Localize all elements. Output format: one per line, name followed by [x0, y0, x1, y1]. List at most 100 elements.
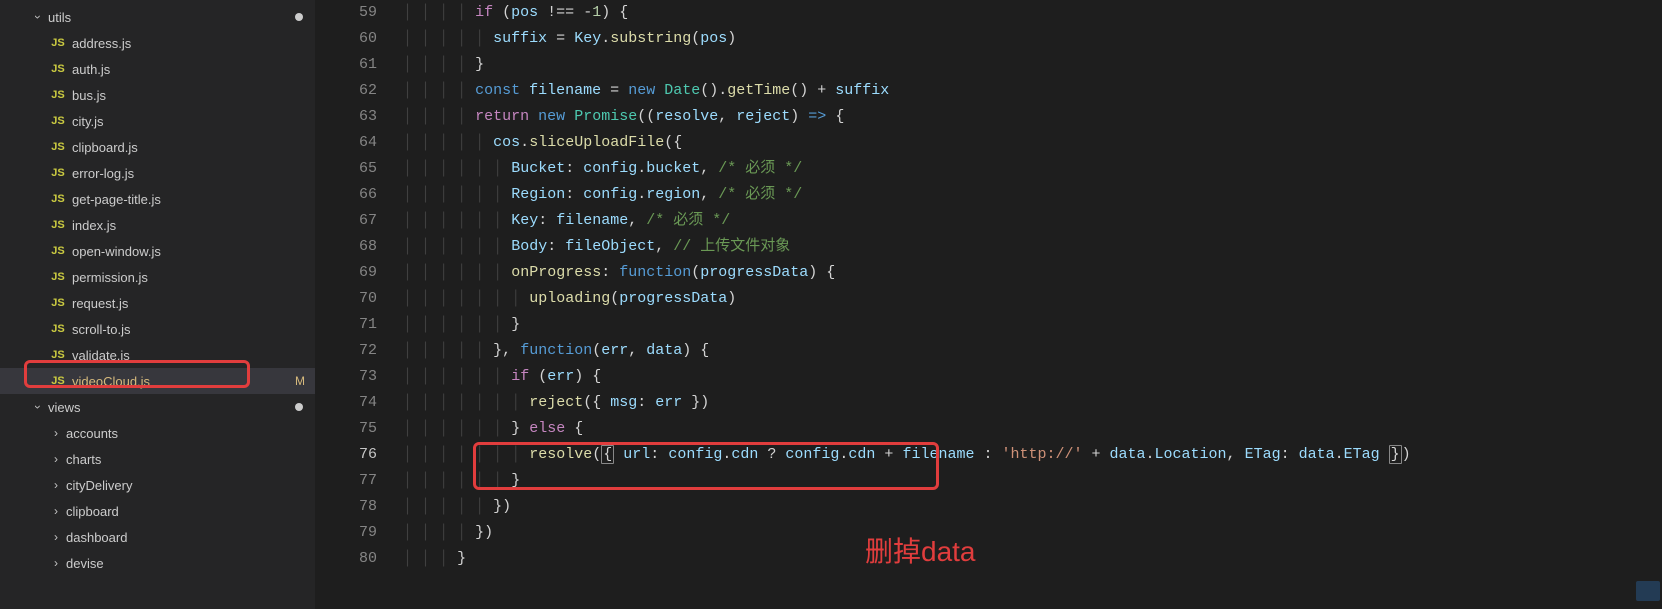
js-file-icon: JS	[50, 323, 66, 335]
file-item[interactable]: JS request.js	[0, 290, 315, 316]
code-line[interactable]: │ │ │ │ })	[403, 520, 1662, 546]
code-line[interactable]: │ │ │ │ │ suffix = Key.substring(pos)	[403, 26, 1662, 52]
line-number: 67	[315, 208, 377, 234]
folder-item[interactable]: cityDelivery	[0, 472, 315, 498]
code-line[interactable]: │ │ │ │ │ })	[403, 494, 1662, 520]
file-item[interactable]: JS permission.js	[0, 264, 315, 290]
line-number: 80	[315, 546, 377, 572]
code-line[interactable]: │ │ │ │ │ │ }	[403, 312, 1662, 338]
folder-item[interactable]: clipboard	[0, 498, 315, 524]
file-label: permission.js	[72, 270, 315, 285]
file-label: auth.js	[72, 62, 315, 77]
file-item[interactable]: JSvalidate.js	[0, 342, 315, 368]
folder-label: accounts	[66, 426, 315, 441]
folder-item[interactable]: devise	[0, 550, 315, 576]
code-line[interactable]: │ │ │ │ │ cos.sliceUploadFile({	[403, 130, 1662, 156]
modified-badge: M	[295, 374, 315, 388]
folder-item[interactable]: accounts	[0, 420, 315, 446]
file-item[interactable]: JS auth.js	[0, 56, 315, 82]
code-line[interactable]: │ │ │ │ │ │ │ resolve({ url: config.cdn …	[403, 442, 1662, 468]
folder-views[interactable]: views	[0, 394, 315, 420]
chevron-right-icon	[50, 453, 62, 465]
minimap-indicator[interactable]	[1636, 581, 1660, 601]
code-line[interactable]: │ │ │ │ if (pos !== -1) {	[403, 0, 1662, 26]
js-file-icon: JS	[50, 63, 66, 75]
js-file-icon: JS	[50, 37, 66, 49]
line-number: 79	[315, 520, 377, 546]
folder-label: charts	[66, 452, 315, 467]
folder-label: dashboard	[66, 530, 315, 545]
line-number: 64	[315, 130, 377, 156]
js-file-icon: JS	[50, 115, 66, 127]
file-item[interactable]: JS address.js	[0, 30, 315, 56]
line-number: 74	[315, 390, 377, 416]
chevron-right-icon	[50, 557, 62, 569]
code-line[interactable]: │ │ │ │ │ │ Body: fileObject, // 上传文件对象	[403, 234, 1662, 260]
unsaved-dot-icon	[295, 403, 303, 411]
code-line[interactable]: │ │ │ │ │ │ if (err) {	[403, 364, 1662, 390]
file-label: request.js	[72, 296, 315, 311]
code-line[interactable]: │ │ │ │ │ │ Key: filename, /* 必须 */	[403, 208, 1662, 234]
file-item[interactable]: JSopen-window.js	[0, 238, 315, 264]
code-line[interactable]: │ │ │ │ │ │ Bucket: config.bucket, /* 必须…	[403, 156, 1662, 182]
line-number: 75	[315, 416, 377, 442]
file-item[interactable]: JS bus.js	[0, 82, 315, 108]
file-item[interactable]: JSvideoCloud.jsM	[0, 368, 315, 394]
code-line[interactable]: │ │ │ }	[403, 546, 1662, 572]
file-label: scroll-to.js	[72, 322, 315, 337]
code-line[interactable]: │ │ │ │ return new Promise((resolve, rej…	[403, 104, 1662, 130]
file-label: open-window.js	[72, 244, 315, 259]
folder-label: views	[48, 400, 315, 415]
code-line[interactable]: │ │ │ │ }	[403, 52, 1662, 78]
line-number: 68	[315, 234, 377, 260]
file-item[interactable]: JScity.js	[0, 108, 315, 134]
line-number: 65	[315, 156, 377, 182]
line-number: 73	[315, 364, 377, 390]
file-item[interactable]: JS get-page-title.js	[0, 186, 315, 212]
js-file-icon: JS	[50, 141, 66, 153]
line-number-gutter: 5960616263646566676869707172737475767778…	[315, 0, 403, 609]
js-file-icon: JS	[50, 349, 66, 361]
line-number: 59	[315, 0, 377, 26]
js-file-icon: JS	[50, 193, 66, 205]
code-line[interactable]: │ │ │ │ │ │ } else {	[403, 416, 1662, 442]
code-line[interactable]: │ │ │ │ │ }, function(err, data) {	[403, 338, 1662, 364]
folder-item[interactable]: charts	[0, 446, 315, 472]
code-line[interactable]: │ │ │ │ │ │ }	[403, 468, 1662, 494]
js-file-icon: JS	[50, 219, 66, 231]
js-file-icon: JS	[50, 271, 66, 283]
chevron-right-icon	[50, 531, 62, 543]
annotation-text: 删掉data	[865, 530, 976, 570]
file-label: address.js	[72, 36, 315, 51]
file-label: bus.js	[72, 88, 315, 103]
js-file-icon: JS	[50, 167, 66, 179]
file-label: videoCloud.js	[72, 374, 295, 389]
file-item[interactable]: JS error-log.js	[0, 160, 315, 186]
code-line[interactable]: │ │ │ │ const filename = new Date().getT…	[403, 78, 1662, 104]
file-item[interactable]: JS clipboard.js	[0, 134, 315, 160]
line-number: 77	[315, 468, 377, 494]
file-item[interactable]: JS scroll-to.js	[0, 316, 315, 342]
js-file-icon: JS	[50, 297, 66, 309]
js-file-icon: JS	[50, 89, 66, 101]
line-number: 71	[315, 312, 377, 338]
line-number: 63	[315, 104, 377, 130]
file-label: get-page-title.js	[72, 192, 315, 207]
folder-utils[interactable]: utils	[0, 4, 315, 30]
file-label: clipboard.js	[72, 140, 315, 155]
file-explorer[interactable]: utils JSaddress.jsJSauth.jsJSbus.jsJScit…	[0, 0, 315, 609]
unsaved-dot-icon	[295, 13, 303, 21]
file-label: error-log.js	[72, 166, 315, 181]
chevron-down-icon	[32, 11, 44, 23]
code-editor[interactable]: 5960616263646566676869707172737475767778…	[315, 0, 1662, 609]
folder-item[interactable]: dashboard	[0, 524, 315, 550]
chevron-right-icon	[50, 505, 62, 517]
code-line[interactable]: │ │ │ │ │ │ onProgress: function(progres…	[403, 260, 1662, 286]
line-number: 60	[315, 26, 377, 52]
file-item[interactable]: JSindex.js	[0, 212, 315, 238]
folder-label: cityDelivery	[66, 478, 315, 493]
code-line[interactable]: │ │ │ │ │ │ │ reject({ msg: err })	[403, 390, 1662, 416]
code-line[interactable]: │ │ │ │ │ │ Region: config.region, /* 必须…	[403, 182, 1662, 208]
code-line[interactable]: │ │ │ │ │ │ │ uploading(progressData)	[403, 286, 1662, 312]
code-area[interactable]: │ │ │ │ if (pos !== -1) {│ │ │ │ │ suffi…	[403, 0, 1662, 609]
